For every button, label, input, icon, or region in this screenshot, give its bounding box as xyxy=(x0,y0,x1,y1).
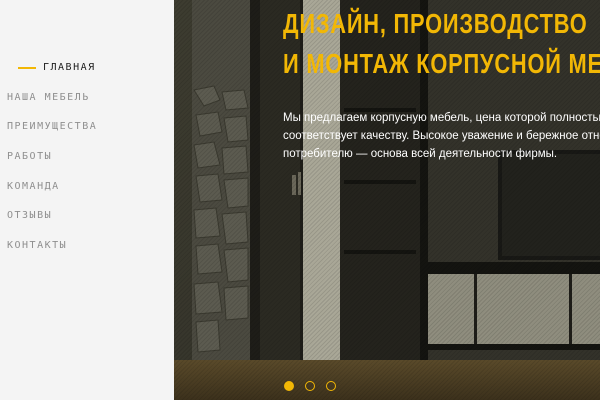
hero-description-line: потребителю — основа всей деятельности ф… xyxy=(283,148,558,160)
slider-pagination xyxy=(284,381,336,391)
active-marker-icon xyxy=(18,66,36,69)
nav-item-advantages[interactable]: ПРЕИМУЩЕСТВА xyxy=(0,112,174,142)
hero-description: Мы предлагаем корпусную мебель, цена кот… xyxy=(283,109,600,163)
slider-dot-2[interactable] xyxy=(305,381,315,391)
nav-item-label: КОМАНДА xyxy=(7,180,60,192)
nav-item-label: РАБОТЫ xyxy=(7,151,53,163)
nav-item-home[interactable]: ГЛАВНАЯ xyxy=(0,53,174,83)
hero-title: ДИЗАЙН, ПРОИЗВОДСТВО И МОНТАЖ КОРПУСНОЙ … xyxy=(283,4,600,84)
nav-item-furniture[interactable]: НАША МЕБЕЛЬ xyxy=(0,83,174,113)
hero-title-line: И МОНТАЖ КОРПУСНОЙ МЕБЕЛИ xyxy=(283,48,600,79)
nav-item-label: НАША МЕБЕЛЬ xyxy=(7,91,90,103)
hero-description-line: соответствует качеству. Высокое уважение… xyxy=(283,130,600,142)
nav-item-label: КОНТАКТЫ xyxy=(7,239,68,251)
nav-item-contacts[interactable]: КОНТАКТЫ xyxy=(0,231,174,261)
main-nav: ГЛАВНАЯ НАША МЕБЕЛЬ ПРЕИМУЩЕСТВА РАБОТЫ … xyxy=(0,53,174,260)
slider-dot-1[interactable] xyxy=(284,381,294,391)
sidebar: ГЛАВНАЯ НАША МЕБЕЛЬ ПРЕИМУЩЕСТВА РАБОТЫ … xyxy=(0,0,174,400)
hero-description-line: Мы предлагаем корпусную мебель, цена кот… xyxy=(283,112,600,124)
nav-item-works[interactable]: РАБОТЫ xyxy=(0,142,174,172)
nav-item-team[interactable]: КОМАНДА xyxy=(0,171,174,201)
nav-item-label: ОТЗЫВЫ xyxy=(7,210,53,222)
nav-item-reviews[interactable]: ОТЗЫВЫ xyxy=(0,201,174,231)
slider-dot-3[interactable] xyxy=(326,381,336,391)
hero-slider: ДИЗАЙН, ПРОИЗВОДСТВО И МОНТАЖ КОРПУСНОЙ … xyxy=(174,0,600,400)
nav-item-label: ГЛАВНАЯ xyxy=(43,62,96,74)
hero-title-line: ДИЗАЙН, ПРОИЗВОДСТВО xyxy=(283,8,588,39)
nav-item-label: ПРЕИМУЩЕСТВА xyxy=(7,121,98,133)
